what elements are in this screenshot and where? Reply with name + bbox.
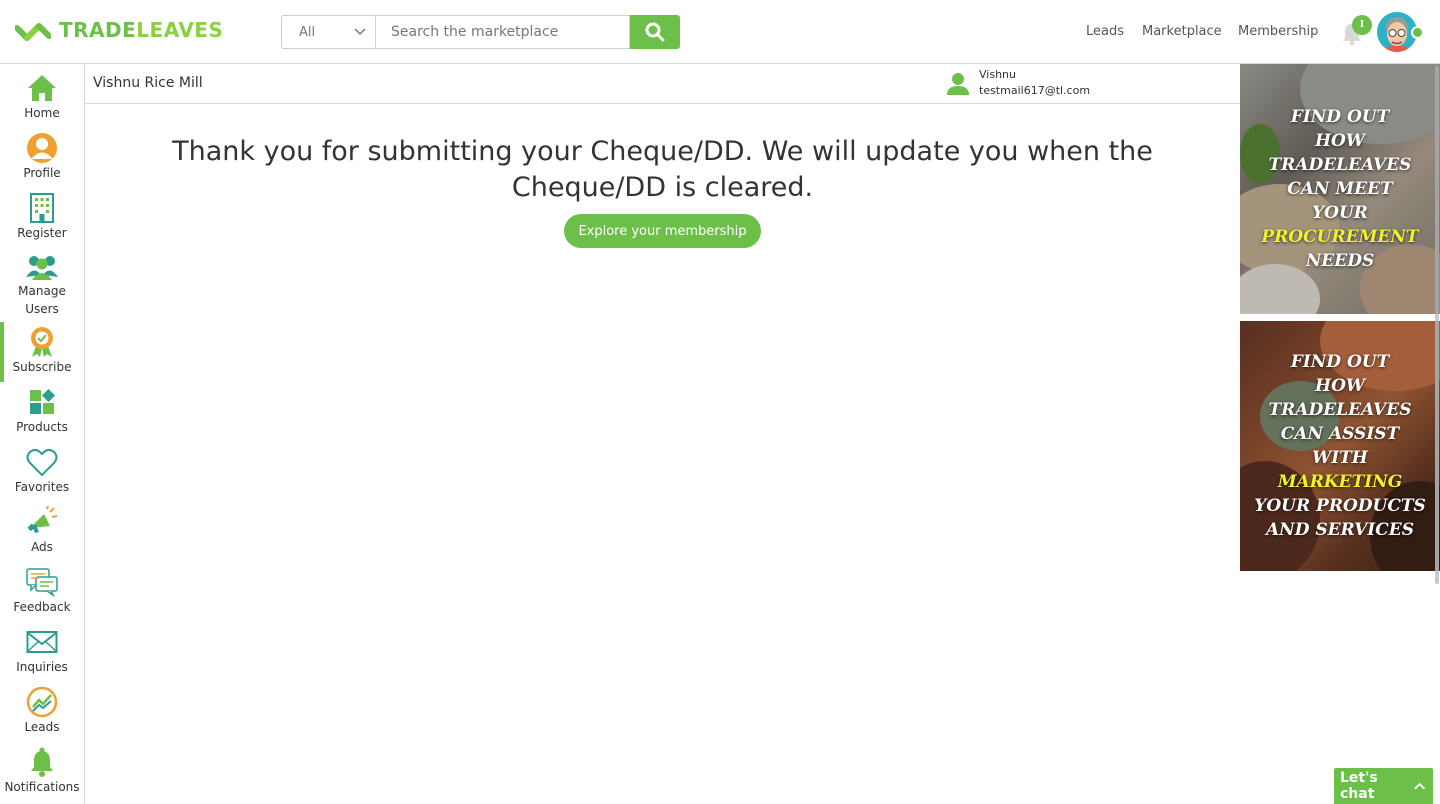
notification-badge: I [1352,15,1372,35]
users-icon [26,256,58,280]
sidebar-item-label: Subscribe [12,360,72,374]
sidebar-item-manage-users[interactable]: Manage Users [0,248,84,318]
search-category-select[interactable]: All [281,15,375,49]
search-button[interactable] [630,15,680,49]
feedback-icon [26,568,58,597]
megaphone-icon [27,506,58,533]
sidebar-item-leads[interactable]: Leads [0,682,84,742]
sidebar-item-label: Profile [23,166,61,180]
chat-label: Let's chat [1340,770,1378,802]
nav-leads[interactable]: Leads [1086,24,1124,39]
search-bar: All [281,15,680,49]
user-name: Vishnu [979,68,1016,81]
sidebar-item-products[interactable]: Products [0,382,84,442]
sidebar-item-profile[interactable]: Profile [0,128,84,188]
sidebar-item-notifications[interactable]: Notifications [0,742,84,802]
sidebar-item-label: Inquiries [16,660,68,674]
sidebar-item-subscribe[interactable]: Subscribe [0,322,84,382]
search-category-value: All [299,24,316,40]
badge-icon [31,327,53,357]
chevron-up-icon [1413,782,1425,790]
sidebar-item-register[interactable]: Register [0,188,84,248]
logo-icon [15,23,51,41]
sidebar-item-home[interactable]: Home [0,68,84,128]
search-icon [645,22,665,42]
heart-icon [26,448,58,477]
sidebar-item-label: Leads [24,720,60,734]
sidebar-item-label: Register [17,226,67,240]
ad-banner-marketing[interactable]: FIND OUT HOW TRADELEAVES CAN ASSIST WITH… [1240,321,1440,571]
sidebar-item-label: Products [16,420,68,434]
profile-icon [27,133,57,163]
company-name: Vishnu Rice Mill [93,75,203,91]
nav-membership[interactable]: Membership [1238,24,1318,39]
sidebar-item-label: Home [24,106,60,120]
confirmation-message: Thank you for submitting your Cheque/DD.… [172,136,1153,203]
nav-marketplace[interactable]: Marketplace [1142,24,1222,39]
sidebar-item-label: Feedback [13,600,71,614]
ad-banner-procurement[interactable]: FIND OUT HOW TRADELEAVES CAN MEET YOUR P… [1240,64,1440,314]
user-icon [947,73,969,95]
home-icon [28,75,56,101]
top-header: TRADELEAVES All Leads Marketplace Member… [0,0,1440,64]
online-status-icon [1411,26,1424,39]
search-input[interactable] [375,15,630,49]
sidebar-item-favorites[interactable]: Favorites [0,442,84,502]
sidebar-item-label: Manage Users [18,284,66,316]
mail-icon [26,631,58,653]
logo-text: TRADELEAVES [59,18,224,42]
sidebar-item-label: Ads [31,540,53,554]
bell-icon [31,747,53,777]
chat-widget[interactable]: Let's chat [1334,768,1433,804]
sidebar: Home Profile Register Manage Users Subsc… [0,64,85,804]
chevron-down-icon [354,28,366,36]
ad-text: FIND OUT HOW TRADELEAVES CAN MEET YOUR P… [1261,107,1419,271]
building-icon [30,193,54,223]
sidebar-item-inquiries[interactable]: Inquiries [0,622,84,682]
sidebar-item-ads[interactable]: Ads [0,502,84,562]
products-icon [30,389,55,414]
explore-membership-button[interactable]: Explore your membership [564,214,761,248]
user-email: testmail617@tl.com [979,84,1091,97]
logo[interactable]: TRADELEAVES [15,16,223,44]
sidebar-item-feedback[interactable]: Feedback [0,562,84,622]
sidebar-item-label: Favorites [14,480,70,494]
leads-icon [26,686,58,718]
ad-text: FIND OUT HOW TRADELEAVES CAN ASSIST WITH… [1254,352,1426,540]
sidebar-item-label: Notifications [4,780,80,794]
company-bar: Vishnu Rice Mill Vishnu testmail617@tl.c… [85,64,1240,104]
